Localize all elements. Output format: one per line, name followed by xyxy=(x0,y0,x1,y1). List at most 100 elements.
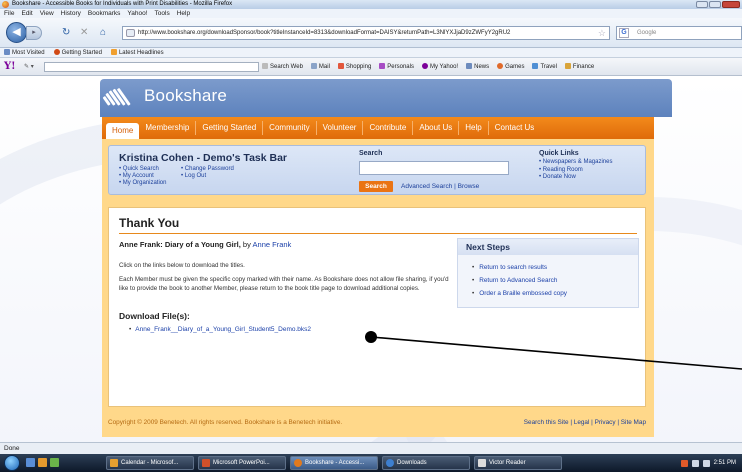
pencil-icon[interactable]: ✎ ▾ xyxy=(24,58,34,76)
site-search-input[interactable] xyxy=(359,161,509,175)
yahoo-item-label: Travel xyxy=(540,64,557,70)
yahoo-item-label: My Yahoo! xyxy=(429,64,459,70)
menu-view[interactable]: View xyxy=(40,9,54,18)
status-bar: Done xyxy=(0,442,742,454)
minimize-button[interactable] xyxy=(696,1,708,8)
tray-app-icon[interactable] xyxy=(680,459,688,467)
return-advanced-search-link[interactable]: Return to Advanced Search xyxy=(472,274,567,287)
bookshare-logo-text: Bookshare xyxy=(144,86,228,105)
link-quick-search[interactable]: • Quick Search xyxy=(119,166,166,173)
nav-volunteer[interactable]: Volunteer xyxy=(317,121,364,135)
yahoo-travel[interactable]: Travel xyxy=(532,58,557,76)
show-desktop-icon[interactable] xyxy=(26,458,35,467)
menu-bookmarks[interactable]: Bookmarks xyxy=(88,9,121,18)
yahoo-item-label: Search Web xyxy=(270,64,303,70)
menu-yahoo[interactable]: Yahoo! xyxy=(127,9,147,18)
yahoo-item-label: Shopping xyxy=(345,64,372,70)
bookshare-logo[interactable]: Bookshare xyxy=(100,83,227,109)
author-link[interactable]: Anne Frank xyxy=(253,240,292,249)
nav-help[interactable]: Help xyxy=(459,121,489,135)
google-icon[interactable]: G xyxy=(619,28,629,38)
link-my-organization[interactable]: • My Organization xyxy=(119,180,166,187)
nav-contact-us[interactable]: Contact Us xyxy=(489,121,541,135)
link-label: Newspapers & Magazines xyxy=(542,159,613,165)
return-search-results-link[interactable]: Return to search results xyxy=(472,261,567,274)
link-my-account[interactable]: • My Account xyxy=(119,173,166,180)
clock[interactable]: 2:51 PM xyxy=(714,460,736,466)
address-bar[interactable]: http://www.bookshare.org/downloadSponsor… xyxy=(122,26,610,40)
link-label: My Organization xyxy=(122,180,167,186)
site-search-button[interactable]: Search xyxy=(359,181,393,192)
yahoo-games[interactable]: Games xyxy=(497,58,524,76)
nav-contribute[interactable]: Contribute xyxy=(363,121,414,135)
yahoo-finance[interactable]: Finance xyxy=(564,58,594,76)
nav-getting-started[interactable]: Getting Started xyxy=(196,121,264,135)
start-button[interactable] xyxy=(4,455,20,471)
reload-icon[interactable]: ↻ xyxy=(62,27,70,39)
news-icon xyxy=(466,63,473,69)
yahoo-logo[interactable]: Y! xyxy=(4,61,16,73)
link-donate-now[interactable]: • Donate Now xyxy=(539,174,612,182)
forward-button[interactable]: ▸ xyxy=(26,26,42,40)
close-button[interactable] xyxy=(722,1,740,8)
task-bar-links-col2: • Change Password • Log Out xyxy=(181,166,234,180)
maximize-button[interactable] xyxy=(709,1,721,8)
network-icon[interactable] xyxy=(691,459,699,467)
yahoo-my-yahoo[interactable]: My Yahoo! xyxy=(421,58,459,76)
sharing-notice: Each Member must be given the specific c… xyxy=(119,276,449,292)
bookmark-label: Most Visited xyxy=(12,50,45,56)
nav-home[interactable]: Home xyxy=(106,123,140,139)
yahoo-shopping[interactable]: Shopping xyxy=(337,58,372,76)
bookmark-star-icon[interactable]: ☆ xyxy=(598,27,606,39)
menu-file[interactable]: File xyxy=(4,9,14,18)
link-reading-room[interactable]: • Reading Room xyxy=(539,167,612,175)
personals-icon xyxy=(379,63,386,69)
firefox-icon xyxy=(2,1,9,8)
nav-membership[interactable]: Membership xyxy=(139,121,197,135)
firefox-quicklaunch-icon[interactable] xyxy=(38,458,47,467)
search-icon xyxy=(262,63,268,69)
footer-links[interactable]: Search this Site | Legal | Privacy | Sit… xyxy=(524,415,646,431)
task-victor-reader[interactable]: Victor Reader xyxy=(474,456,562,470)
menu-history[interactable]: History xyxy=(61,9,81,18)
yahoo-news[interactable]: News xyxy=(466,58,489,76)
nav-about-us[interactable]: About Us xyxy=(413,121,460,135)
task-label: Victor Reader xyxy=(489,460,526,466)
volume-icon[interactable] xyxy=(702,459,710,467)
bookmark-latest-headlines[interactable]: Latest Headlines xyxy=(110,48,164,57)
link-label: Donate Now xyxy=(542,174,576,180)
task-label: Bookshare - Accessi... xyxy=(305,460,365,466)
download-file-link[interactable]: Anne_Frank__Diary_of_a_Young_Girl_Studen… xyxy=(129,326,311,333)
order-braille-link[interactable]: Order a Braille embossed copy xyxy=(472,287,567,300)
search-engine-box[interactable]: G Google xyxy=(616,26,742,40)
yahoo-personals[interactable]: Personals xyxy=(379,58,414,76)
task-calendar[interactable]: Calendar - Microsof... xyxy=(106,456,194,470)
bookmark-getting-started[interactable]: Getting Started xyxy=(53,48,102,57)
back-button[interactable]: ◀ xyxy=(6,22,27,43)
site-identity-icon[interactable] xyxy=(126,29,135,37)
browse-link[interactable]: Browse xyxy=(458,183,480,190)
menu-edit[interactable]: Edit xyxy=(21,9,32,18)
home-icon[interactable]: ⌂ xyxy=(100,27,106,39)
advanced-search-link[interactable]: Advanced Search xyxy=(401,183,452,190)
yahoo-mail[interactable]: Mail xyxy=(310,58,330,76)
link-change-password[interactable]: • Change Password xyxy=(181,166,234,173)
site-main: Home Membership Getting Started Communit… xyxy=(102,117,654,437)
task-bookshare[interactable]: Bookshare - Accessi... xyxy=(290,456,378,470)
book-info: Anne Frank: Diary of a Young Girl, by An… xyxy=(119,240,291,249)
quicklaunch-icon[interactable] xyxy=(50,458,59,467)
title-divider xyxy=(119,233,637,234)
bookmark-most-visited[interactable]: Most Visited xyxy=(4,48,45,57)
link-newspapers-magazines[interactable]: • Newspapers & Magazines xyxy=(539,159,612,167)
menu-help[interactable]: Help xyxy=(177,9,190,18)
yahoo-search-web[interactable]: Search Web xyxy=(262,58,303,76)
nav-community[interactable]: Community xyxy=(263,121,317,135)
task-downloads[interactable]: Downloads xyxy=(382,456,470,470)
yahoo-search-input[interactable] xyxy=(44,62,259,72)
task-powerpoint[interactable]: Microsoft PowerPoi... xyxy=(198,456,286,470)
stop-icon[interactable]: ✕ xyxy=(80,27,88,39)
link-log-out[interactable]: • Log Out xyxy=(181,173,234,180)
window-title: Bookshare - Accessible Books for Individ… xyxy=(12,1,233,7)
yahoo-item-label: Personals xyxy=(387,64,414,70)
menu-tools[interactable]: Tools xyxy=(155,9,170,18)
